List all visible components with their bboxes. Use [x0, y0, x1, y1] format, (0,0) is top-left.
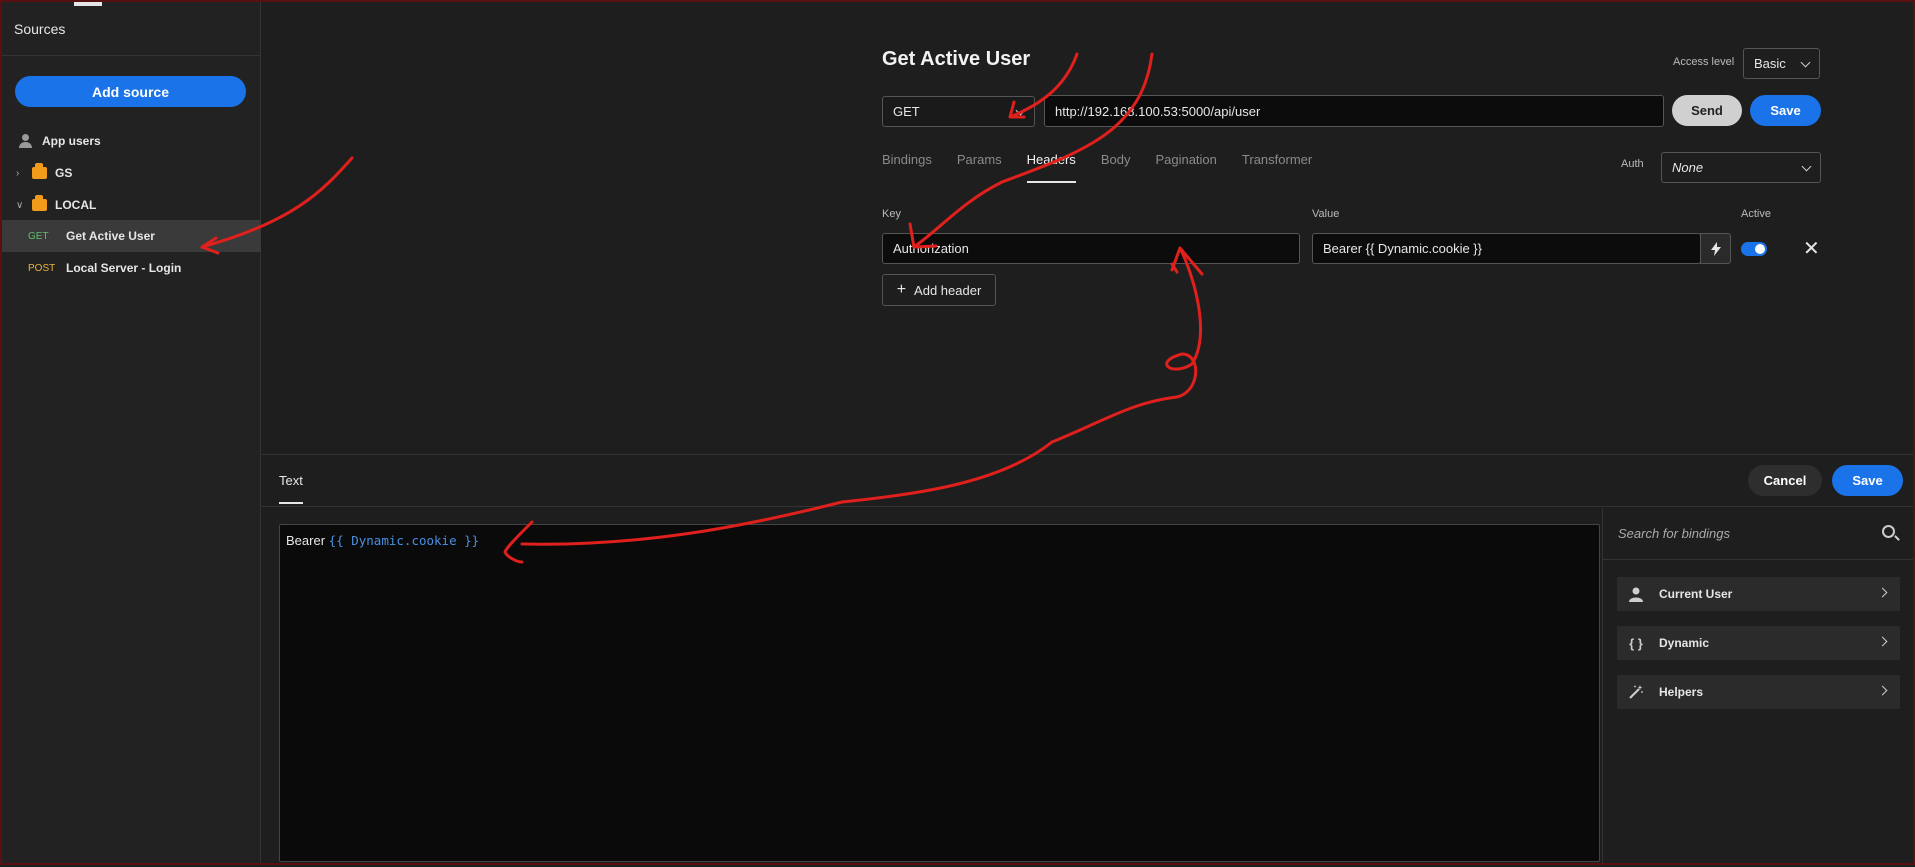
- tab-text[interactable]: Text: [279, 473, 303, 504]
- tab-body[interactable]: Body: [1101, 152, 1131, 183]
- save-button[interactable]: Save: [1750, 95, 1821, 126]
- text-editor[interactable]: Bearer {{ Dynamic.cookie }}: [279, 524, 1600, 862]
- access-level-label: Access level: [1673, 56, 1735, 68]
- tab-bindings[interactable]: Bindings: [882, 152, 932, 183]
- tab-transformer[interactable]: Transformer: [1242, 152, 1312, 183]
- magic-wand-icon: [1629, 685, 1643, 699]
- plus-icon: +: [896, 281, 907, 298]
- sidebar-item-label: Get Active User: [66, 229, 155, 243]
- binding-bolt-button[interactable]: [1700, 233, 1731, 264]
- request-tabs: Bindings Params Headers Body Pagination …: [882, 152, 1337, 183]
- active-column-label: Active: [1741, 208, 1771, 220]
- request-editor: Get Active User Access level Basic GET h…: [262, 2, 1913, 454]
- auth-value: None: [1672, 160, 1704, 175]
- key-column-label: Key: [882, 208, 901, 220]
- remove-header-close-icon[interactable]: ✕: [1803, 236, 1820, 261]
- sidebar-item-label: App users: [42, 134, 101, 148]
- binding-group-label: Current User: [1659, 587, 1733, 601]
- tab-params[interactable]: Params: [957, 152, 1002, 183]
- lightning-icon: [1710, 241, 1721, 256]
- sidebar-item-label: LOCAL: [55, 198, 97, 212]
- folder-icon: [32, 163, 47, 179]
- cancel-button[interactable]: Cancel: [1748, 465, 1822, 496]
- text-editor-panel: Text Cancel Save Bearer {{ Dynamic.cooki…: [262, 454, 1913, 863]
- chevron-down-icon[interactable]: ∨: [16, 200, 28, 211]
- braces-icon: { }: [1629, 635, 1643, 651]
- header-active-toggle[interactable]: [1741, 242, 1767, 256]
- bindings-search-input[interactable]: Search for bindings: [1603, 508, 1913, 560]
- editor-tabbar: Text Cancel Save: [262, 455, 1913, 507]
- tab-headers[interactable]: Headers: [1026, 152, 1076, 183]
- chevron-right-icon: [1877, 636, 1888, 647]
- sidebar-item-get-active-user[interactable]: GET Get Active User: [2, 220, 261, 252]
- method-badge: POST: [28, 262, 56, 274]
- send-button[interactable]: Send: [1672, 95, 1742, 126]
- add-source-button[interactable]: Add source: [15, 76, 246, 107]
- sidebar-item-label: Local Server - Login: [66, 261, 182, 275]
- editor-text-prefix: Bearer: [286, 533, 326, 548]
- sidebar-item-gs[interactable]: › GS: [2, 157, 261, 189]
- folder-icon: [32, 195, 47, 211]
- chevron-right-icon[interactable]: ›: [16, 168, 28, 179]
- sidebar-item-app-users[interactable]: App users: [2, 125, 261, 157]
- chevron-down-icon: [1015, 105, 1026, 115]
- url-input[interactable]: http://192.168.100.53:5000/api/user: [1044, 95, 1664, 127]
- tab-pagination[interactable]: Pagination: [1155, 152, 1216, 183]
- binding-group-helpers[interactable]: Helpers: [1617, 675, 1900, 709]
- binding-group-dynamic[interactable]: { } Dynamic: [1617, 626, 1900, 660]
- editor-binding-token: {{ Dynamic.cookie }}: [328, 533, 480, 548]
- chevron-right-icon: [1877, 587, 1888, 598]
- binding-group-current-user[interactable]: Current User: [1617, 577, 1900, 611]
- value-column-label: Value: [1312, 208, 1340, 220]
- chevron-down-icon: [1800, 57, 1811, 67]
- bindings-panel: Search for bindings Current User { } Dyn…: [1602, 508, 1913, 863]
- search-icon[interactable]: [1882, 525, 1895, 538]
- auth-select[interactable]: None: [1661, 152, 1821, 183]
- sidebar-item-local-server-login[interactable]: POST Local Server - Login: [2, 252, 261, 284]
- users-icon: [18, 134, 34, 148]
- sidebar-title: Sources: [2, 2, 260, 56]
- sidebar-item-label: GS: [55, 166, 73, 180]
- access-level-select[interactable]: Basic: [1743, 48, 1820, 79]
- auth-label: Auth: [1621, 158, 1644, 170]
- binding-group-label: Dynamic: [1659, 636, 1710, 650]
- add-header-button[interactable]: + Add header: [882, 274, 996, 306]
- user-icon: [1629, 587, 1643, 602]
- header-value-input[interactable]: Bearer {{ Dynamic.cookie }}: [1312, 233, 1701, 264]
- method-value: GET: [893, 104, 920, 119]
- chevron-right-icon: [1877, 685, 1888, 696]
- add-header-label: Add header: [914, 282, 982, 298]
- method-select[interactable]: GET: [882, 96, 1035, 127]
- sidebar-top-indicator: [74, 2, 102, 6]
- sidebar-item-local[interactable]: ∨ LOCAL: [2, 189, 261, 221]
- editor-save-button[interactable]: Save: [1832, 465, 1903, 496]
- page-title: Get Active User: [882, 48, 1031, 70]
- chevron-down-icon: [1801, 161, 1812, 171]
- access-level-value: Basic: [1754, 56, 1786, 71]
- sidebar: Sources Add source App users › GS ∨ LOCA…: [2, 2, 261, 863]
- method-badge: GET: [28, 230, 49, 242]
- header-key-input[interactable]: Authorization: [882, 233, 1300, 264]
- binding-group-label: Helpers: [1659, 685, 1704, 699]
